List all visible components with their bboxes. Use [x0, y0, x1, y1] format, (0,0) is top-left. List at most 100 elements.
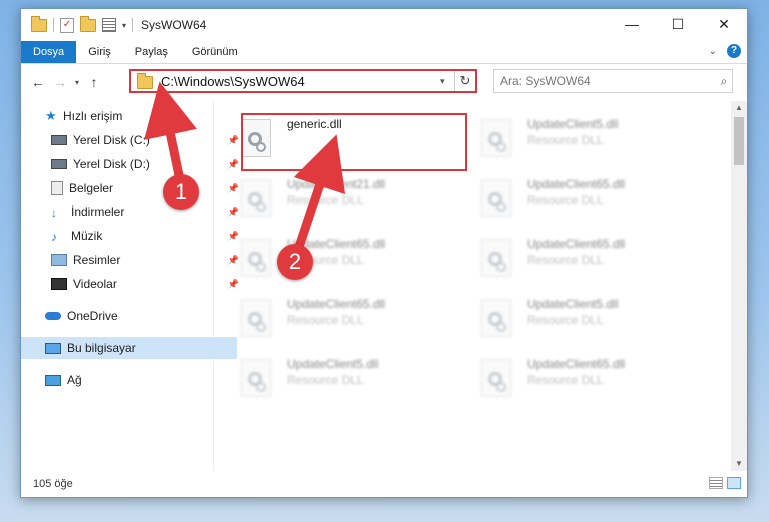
tab-view[interactable]: Görünüm — [180, 41, 250, 63]
nav-label: Yerel Disk (D:) — [73, 157, 150, 171]
address-dropdown-chevron-icon[interactable]: ▾ — [440, 76, 454, 87]
close-button[interactable]: ✕ — [701, 9, 747, 39]
file-type: Resource DLL — [527, 133, 604, 147]
vertical-scrollbar[interactable]: ▲ ▼ — [731, 101, 747, 471]
ribbon-right: ⌄ ? — [709, 44, 741, 58]
nav-label: Ağ — [67, 373, 82, 387]
file-item[interactable]: UpdateClient5.dll Resource DLL — [461, 111, 691, 167]
window-controls: — ☐ ✕ — [609, 9, 747, 39]
search-icon[interactable]: ⌕ — [716, 74, 732, 89]
file-type: Resource DLL — [527, 193, 604, 207]
file-item[interactable]: UpdateClient5.dll Resource DLL — [461, 291, 691, 347]
nav-label: İndirmeler — [71, 205, 125, 219]
star-icon: ★ — [45, 108, 57, 123]
dll-file-icon — [241, 239, 271, 277]
navigation-pane: ★ Hızlı erişim Yerel Disk (C:) 📌 Yerel D… — [21, 101, 239, 471]
refresh-icon[interactable]: ↻ — [454, 71, 475, 91]
maximize-button[interactable]: ☐ — [655, 9, 701, 39]
file-type: Resource DLL — [287, 313, 364, 327]
address-bar[interactable]: C:\Windows\SysWOW64 ▾ ↻ — [129, 69, 477, 93]
file-item[interactable]: UpdateClient65.dll Resource DLL — [461, 171, 691, 227]
file-name: UpdateClient5.dll — [527, 297, 619, 311]
scroll-thumb[interactable] — [734, 117, 744, 165]
explorer-body: ★ Hızlı erişim Yerel Disk (C:) 📌 Yerel D… — [21, 101, 747, 471]
file-item[interactable]: UpdateClient21.dll Resource DLL — [221, 171, 451, 227]
file-type: Resource DLL — [527, 253, 604, 267]
help-icon[interactable]: ? — [727, 44, 741, 58]
nav-label: Hızlı erişim — [63, 109, 123, 123]
new-folder-icon[interactable] — [80, 15, 96, 32]
properties-check-icon[interactable]: ✓ — [60, 17, 74, 33]
file-name: UpdateClient65.dll — [527, 237, 626, 251]
nav-onedrive[interactable]: OneDrive — [21, 305, 237, 327]
address-path[interactable]: C:\Windows\SysWOW64 — [161, 74, 440, 89]
nav-item-pictures[interactable]: Resimler 📌 — [21, 249, 243, 271]
nav-item-downloads[interactable]: ↓ İndirmeler 📌 — [21, 201, 243, 223]
nav-item-drive-d[interactable]: Yerel Disk (D:) 📌 — [21, 153, 243, 175]
pictures-icon — [51, 254, 67, 266]
toolbar-divider — [132, 18, 134, 32]
quick-access-toolbar: ✓ ▾ — [21, 15, 134, 33]
nav-item-drive-c[interactable]: Yerel Disk (C:) 📌 — [21, 129, 243, 151]
up-arrow-icon[interactable]: ↑ — [83, 74, 105, 90]
file-name: UpdateClient5.dll — [527, 117, 619, 131]
file-type: Resource DLL — [287, 193, 364, 207]
expand-ribbon-chevron-icon[interactable]: ⌄ — [709, 46, 717, 57]
dll-file-icon — [481, 299, 511, 337]
file-name: UpdateClient21.dll — [287, 177, 386, 191]
file-type: Resource DLL — [287, 373, 364, 387]
status-bar: 105 öğe — [21, 471, 747, 497]
dll-file-icon — [481, 359, 511, 397]
file-type: Resource DLL — [527, 373, 604, 387]
file-name: UpdateClient65.dll — [527, 177, 626, 191]
file-name: UpdateClient65.dll — [527, 357, 626, 371]
scroll-up-arrow-icon[interactable]: ▲ — [731, 101, 747, 115]
large-icons-view-icon[interactable] — [727, 477, 741, 489]
nav-label: Resimler — [73, 253, 121, 267]
customize-toolbar-arrow-icon[interactable]: ▾ — [122, 21, 126, 30]
scroll-down-arrow-icon[interactable]: ▼ — [731, 457, 747, 471]
details-view-icon[interactable] — [709, 477, 723, 489]
ribbon-tabs: Dosya Giriş Paylaş Görünüm ⌄ ? — [21, 41, 747, 64]
file-item[interactable]: UpdateClient65.dll Resource DLL — [221, 231, 451, 287]
nav-label: Bu bilgisayar — [67, 341, 136, 355]
properties-icon[interactable] — [102, 18, 116, 32]
tab-share[interactable]: Paylaş — [123, 41, 180, 63]
nav-item-documents[interactable]: Belgeler 📌 — [21, 177, 243, 199]
nav-label: Videolar — [73, 277, 117, 291]
file-item[interactable]: UpdateClient5.dll Resource DLL — [221, 351, 451, 407]
forward-arrow-icon[interactable]: → — [49, 74, 71, 90]
file-item[interactable]: UpdateClient65.dll Resource DLL — [461, 231, 691, 287]
nav-label: Belgeler — [69, 181, 114, 195]
highlight-box-generic-dll — [241, 113, 467, 171]
nav-this-pc[interactable]: Bu bilgisayar — [21, 337, 237, 359]
tab-home[interactable]: Giriş — [76, 41, 123, 63]
file-type: Resource DLL — [527, 313, 604, 327]
recent-locations-chevron-icon[interactable]: ▾ — [71, 78, 83, 87]
view-buttons — [709, 477, 741, 489]
search-input[interactable] — [494, 73, 716, 89]
file-item[interactable]: UpdateClient65.dll Resource DLL — [221, 291, 451, 347]
back-arrow-icon[interactable]: ← — [27, 74, 49, 90]
folder-icon — [137, 73, 153, 89]
nav-quick-access[interactable]: ★ Hızlı erişim — [21, 105, 237, 127]
nav-item-music[interactable]: ♪ Müzik 📌 — [21, 225, 243, 247]
dll-file-icon — [481, 239, 511, 277]
nav-item-videos[interactable]: Videolar 📌 — [21, 273, 243, 295]
file-item[interactable]: UpdateClient65.dll Resource DLL — [461, 351, 691, 407]
nav-network[interactable]: Ağ — [21, 369, 237, 391]
drive-icon — [51, 159, 67, 169]
window-title: SysWOW64 — [141, 18, 207, 32]
file-list: generic.dll UpdateClient5.dll Resource D… — [221, 101, 731, 471]
network-icon — [45, 374, 61, 386]
search-box[interactable]: ⌕ — [493, 69, 733, 93]
explorer-window: ✓ ▾ SysWOW64 — ☐ ✕ Dosya Giriş Paylaş Gö… — [20, 8, 748, 498]
dll-file-icon — [241, 179, 271, 217]
onedrive-cloud-icon — [45, 312, 61, 320]
tab-file[interactable]: Dosya — [21, 41, 77, 63]
minimize-button[interactable]: — — [609, 9, 655, 39]
nav-label: Müzik — [71, 229, 103, 243]
dll-file-icon — [241, 359, 271, 397]
documents-icon — [51, 181, 63, 195]
downloads-icon: ↓ — [51, 206, 57, 220]
